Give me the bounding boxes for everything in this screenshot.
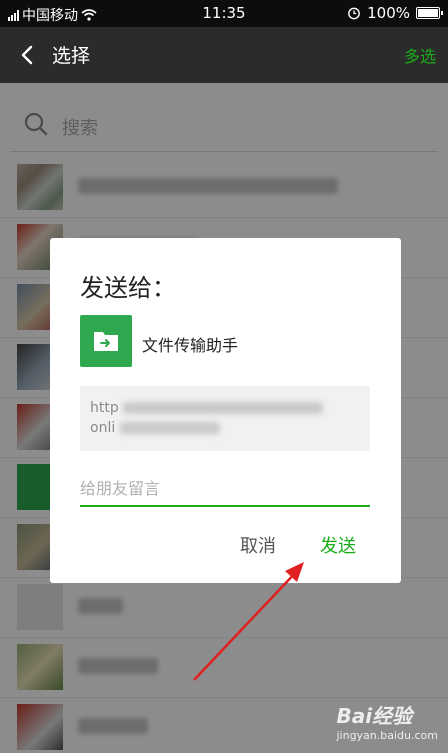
annotation-arrow-icon bbox=[193, 562, 304, 681]
watermark-url: jingyan.baidu.com bbox=[336, 729, 438, 742]
watermark-brand: Bai经验 bbox=[336, 704, 413, 728]
baidu-watermark: Bai经验 jingyan.baidu.com bbox=[336, 700, 438, 742]
